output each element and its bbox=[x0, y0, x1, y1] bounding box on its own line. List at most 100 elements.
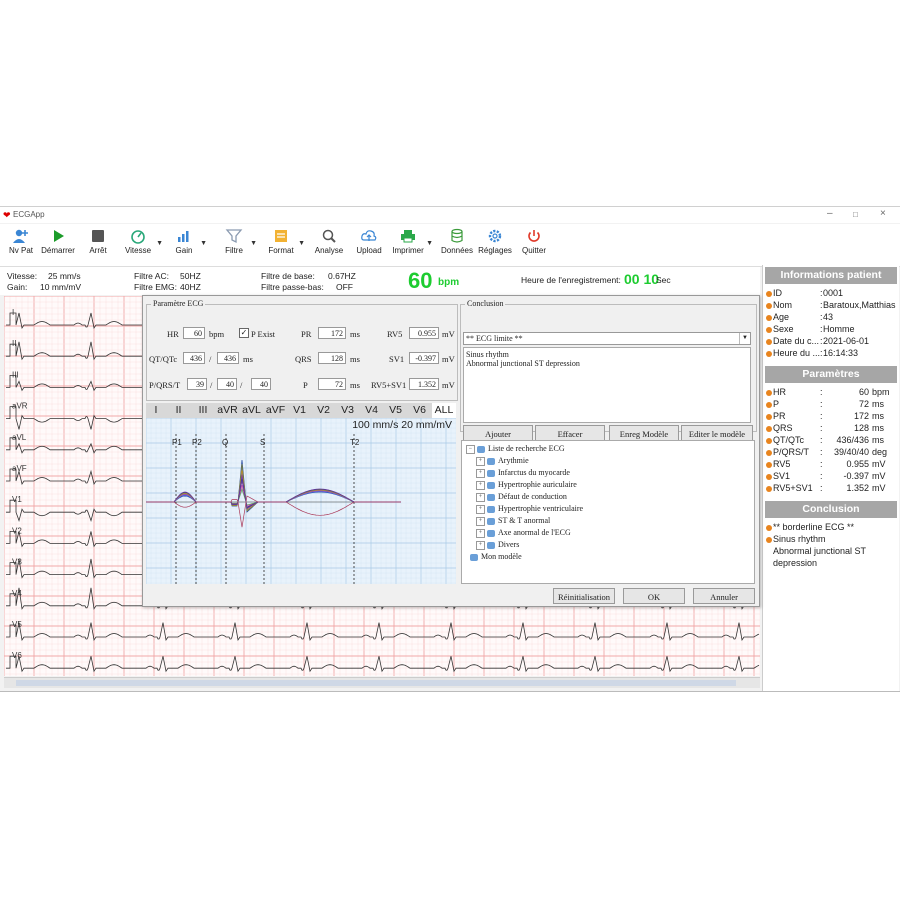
toolbar-button-format[interactable]: Format ▼ bbox=[266, 226, 305, 264]
scrollbar-thumb[interactable] bbox=[16, 680, 736, 686]
bullet-icon bbox=[766, 474, 772, 480]
hr-field[interactable]: 60 bbox=[183, 327, 205, 339]
expand-icon[interactable]: + bbox=[476, 528, 485, 538]
bullet-icon bbox=[766, 486, 772, 492]
tree-item[interactable]: + Divers bbox=[476, 540, 519, 550]
t-axis-field[interactable]: 40 bbox=[251, 378, 271, 390]
qrs-axis-field[interactable]: 40 bbox=[217, 378, 237, 390]
toolbar-button-donnees[interactable]: Données bbox=[440, 226, 474, 264]
qrs-field[interactable]: 128 bbox=[318, 352, 346, 364]
toolbar-button-arret[interactable]: Arrêt bbox=[84, 226, 112, 264]
rv5-field[interactable]: 0.955 bbox=[409, 327, 439, 339]
param-row: RV5+SV1:1.352 mV bbox=[763, 483, 899, 495]
folder-icon bbox=[487, 481, 495, 489]
expand-icon[interactable]: + bbox=[476, 480, 485, 490]
marker-label-q: Q bbox=[222, 438, 228, 447]
tab-lead-v1[interactable]: V1 bbox=[288, 403, 311, 418]
toolbar-label: Arrêt bbox=[89, 246, 107, 255]
toolbar-button-gain[interactable]: Gain ▼ bbox=[170, 226, 207, 264]
effacer-button[interactable]: Effacer bbox=[535, 425, 605, 441]
chevron-down-icon[interactable]: ▼ bbox=[426, 240, 433, 247]
param-row: RV5:0.955 mV bbox=[763, 459, 899, 471]
tree-item[interactable]: + Arythmie bbox=[476, 456, 529, 466]
chevron-down-icon[interactable]: ▼ bbox=[200, 240, 207, 247]
expand-icon[interactable]: + bbox=[476, 456, 485, 466]
play-icon bbox=[54, 230, 64, 242]
median-beat-plot: 100 mm/s 20 mm/mV P1 P2 Q S T2 bbox=[146, 418, 456, 584]
qt-field[interactable]: 436 bbox=[183, 352, 205, 364]
expand-icon[interactable]: + bbox=[476, 492, 485, 502]
hr-unit: bpm bbox=[209, 329, 225, 339]
horizontal-scrollbar[interactable] bbox=[4, 677, 760, 688]
tab-lead-v5[interactable]: V5 bbox=[384, 403, 407, 418]
toolbar-button-nvpat[interactable]: Nv Pat bbox=[6, 226, 36, 264]
tree-item[interactable]: + Axe anormal de l'ECG bbox=[476, 528, 571, 538]
format-icon bbox=[275, 230, 287, 242]
expand-icon[interactable]: + bbox=[476, 468, 485, 478]
minimize-icon[interactable]: – bbox=[827, 208, 833, 219]
patient-row: Heure du ...:16:14:33 bbox=[763, 348, 899, 360]
toolbar-button-demarrer[interactable]: Démarrer bbox=[40, 226, 76, 264]
ok-button[interactable]: OK bbox=[623, 588, 685, 604]
ajouter-button[interactable]: Ajouter bbox=[463, 425, 533, 441]
p-axis-field[interactable]: 39 bbox=[187, 378, 207, 390]
tree-item[interactable]: + Infarctus du myocarde bbox=[476, 468, 570, 478]
tab-lead-avl[interactable]: aVL bbox=[240, 403, 263, 418]
chevron-down-icon[interactable]: ▼ bbox=[250, 240, 257, 247]
tab-lead-avr[interactable]: aVR bbox=[216, 403, 239, 418]
conclusion-textarea[interactable]: Sinus rhythm Abnormal junctional ST depr… bbox=[463, 347, 751, 423]
maximize-icon[interactable]: □ bbox=[853, 210, 858, 219]
toolbar-button-vitesse[interactable]: Vitesse ▼ bbox=[122, 226, 163, 264]
tab-lead-v4[interactable]: V4 bbox=[360, 403, 383, 418]
tab-lead-ii[interactable]: II bbox=[167, 403, 190, 418]
enreg-modele-button[interactable]: Enreg Modèle bbox=[609, 425, 679, 441]
sv1-field[interactable]: -0.397 bbox=[409, 352, 439, 364]
tree-root[interactable]: − Liste de recherche ECG bbox=[466, 444, 565, 454]
close-icon[interactable]: × bbox=[880, 208, 886, 219]
toolbar-button-reglages[interactable]: Réglages bbox=[478, 226, 512, 264]
tree-item[interactable]: + Hypertrophie auriculaire bbox=[476, 480, 577, 490]
toolbar-button-quitter[interactable]: Quitter bbox=[518, 226, 550, 264]
tab-lead-v3[interactable]: V3 bbox=[336, 403, 359, 418]
toolbar-label: Données bbox=[440, 246, 474, 255]
toolbar-button-analyse[interactable]: Analyse bbox=[314, 226, 344, 264]
expand-icon[interactable]: + bbox=[476, 540, 485, 550]
pexist-checkbox[interactable]: ✓ bbox=[239, 328, 249, 338]
annuler-button[interactable]: Annuler bbox=[693, 588, 755, 604]
qtc-field[interactable]: 436 bbox=[217, 352, 239, 364]
chevron-down-icon[interactable]: ▼ bbox=[156, 240, 163, 247]
toolbar-button-imprimer[interactable]: Imprimer ▼ bbox=[392, 226, 433, 264]
p-field[interactable]: 72 bbox=[318, 378, 346, 390]
param-row: QT/QTc:436/436 ms bbox=[763, 435, 899, 447]
patient-row: Age:43 bbox=[763, 312, 899, 324]
expand-icon[interactable]: + bbox=[476, 516, 485, 526]
bullet-icon bbox=[766, 402, 772, 408]
conclusion-select[interactable]: ** ECG limite ** ▼ bbox=[463, 332, 751, 345]
pr-field[interactable]: 172 bbox=[318, 327, 346, 339]
tab-lead-avf[interactable]: aVF bbox=[264, 403, 287, 418]
tree-item[interactable]: + Hypertrophie ventriculaire bbox=[476, 504, 583, 514]
expand-icon[interactable]: + bbox=[476, 504, 485, 514]
tree-item[interactable]: + Défaut de conduction bbox=[476, 492, 567, 502]
collapse-icon[interactable]: − bbox=[466, 444, 475, 454]
lead-label-i: I bbox=[12, 308, 14, 317]
tree-item-my-model[interactable]: Mon modèle bbox=[470, 552, 522, 561]
tree-item[interactable]: + ST & T anormal bbox=[476, 516, 550, 526]
reinitialisation-button[interactable]: Réinitialisation bbox=[553, 588, 615, 604]
qrs-label: QRS bbox=[295, 354, 312, 364]
tab-lead-iii[interactable]: III bbox=[191, 403, 215, 418]
toolbar-button-upload[interactable]: Upload bbox=[354, 226, 384, 264]
pexist-label: P Exist bbox=[251, 329, 276, 339]
chevron-down-icon[interactable]: ▼ bbox=[298, 240, 305, 247]
toolbar-button-filtre[interactable]: Filtre ▼ bbox=[220, 226, 257, 264]
filtre-ac-label: Filtre AC: bbox=[134, 271, 169, 281]
tab-lead-i[interactable]: I bbox=[146, 403, 166, 418]
rvsv-field[interactable]: 1.352 bbox=[409, 378, 439, 390]
tab-lead-all[interactable]: ALL bbox=[432, 403, 456, 418]
folder-icon bbox=[487, 517, 495, 525]
tab-lead-v2[interactable]: V2 bbox=[312, 403, 335, 418]
editer-modele-button[interactable]: Editer le modèle bbox=[681, 425, 753, 441]
tab-lead-v6[interactable]: V6 bbox=[408, 403, 431, 418]
chevron-down-icon[interactable]: ▼ bbox=[739, 333, 750, 344]
gain-label: Gain: bbox=[7, 282, 28, 292]
